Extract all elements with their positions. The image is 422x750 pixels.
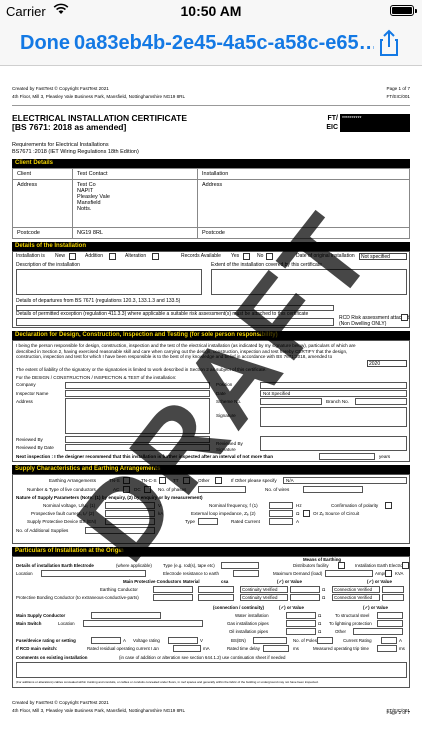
document-title: 0a83eb4b-2e45-4a5c-a58c-e65… bbox=[74, 32, 374, 54]
comments-field[interactable] bbox=[16, 662, 407, 678]
ft-label: FT/ bbox=[327, 115, 339, 122]
postcode-value: NG19 8RL bbox=[72, 227, 198, 239]
company-address-footer: 4th Floor, Mill 3, Pleasley Vale Busines… bbox=[12, 708, 186, 713]
gas-field[interactable] bbox=[286, 620, 316, 627]
max-demand-field[interactable] bbox=[325, 570, 373, 577]
amps-checkbox[interactable] bbox=[385, 570, 392, 577]
alteration-checkbox[interactable] bbox=[152, 253, 159, 260]
earthing-connection-field[interactable]: Connection Verified bbox=[332, 586, 380, 593]
installation-label: Installation bbox=[197, 168, 410, 180]
amended-field[interactable]: 2020 bbox=[367, 360, 407, 367]
document-viewer[interactable]: Created by FastTest © Copyright FastTest… bbox=[0, 66, 422, 750]
installation-earth-checkbox[interactable] bbox=[402, 562, 409, 569]
reviewed-signature-field[interactable] bbox=[260, 436, 407, 451]
page-number-2: Page 2 of 7 bbox=[386, 710, 411, 715]
bonding-material-field[interactable] bbox=[153, 594, 193, 601]
external-loop-field[interactable] bbox=[269, 510, 293, 517]
bonding-csa-field[interactable] bbox=[198, 594, 234, 601]
navigation-bar: Done 0a83eb4b-2e45-4a5c-a58c-e65… bbox=[0, 22, 422, 66]
postcode-label: Postcode bbox=[12, 227, 73, 239]
oil-field[interactable] bbox=[286, 628, 316, 635]
created-by-footer: Created by FastTest © Copyright FastTest… bbox=[12, 700, 109, 705]
current-rating-field[interactable] bbox=[381, 637, 397, 644]
bonding-connection-value[interactable] bbox=[382, 594, 404, 601]
bonding-continuity-field[interactable]: Continuity Verified bbox=[240, 594, 288, 601]
water-field[interactable] bbox=[286, 612, 316, 619]
electrode-type-field[interactable] bbox=[221, 562, 259, 569]
certificate-page: Created by FastTest © Copyright FastTest… bbox=[12, 86, 410, 716]
distributors-checkbox[interactable] bbox=[338, 562, 345, 569]
company-address: 4th Floor, Mill 3, Pleasley Vale Busines… bbox=[12, 94, 186, 99]
earthing-csa-field[interactable] bbox=[198, 586, 234, 593]
client-value: Test Contact bbox=[72, 168, 198, 180]
rcd-risk-checkbox[interactable] bbox=[401, 314, 408, 321]
trip-time-field[interactable] bbox=[377, 645, 397, 652]
residual-current-field[interactable] bbox=[173, 645, 201, 652]
electrode-location-field[interactable] bbox=[41, 570, 146, 577]
bonding-continuity-value[interactable] bbox=[290, 594, 320, 601]
if-other-field[interactable]: N/A bbox=[283, 477, 407, 484]
requirements-line-1: Requirements for Electrical Installation… bbox=[12, 142, 109, 148]
description-field[interactable] bbox=[16, 269, 202, 295]
status-bar: Carrier 10:50 AM bbox=[0, 0, 422, 22]
poles-field[interactable] bbox=[317, 637, 333, 644]
rated-current-field[interactable] bbox=[269, 518, 293, 525]
eic-label: EIC bbox=[326, 124, 338, 131]
next-inspection-field[interactable] bbox=[319, 453, 375, 460]
earthing-material-field[interactable] bbox=[153, 586, 193, 593]
address-value: Test Co NAPIT Pleasley Vale Mansfield No… bbox=[72, 179, 198, 228]
bonding-connection-field[interactable]: Connection Verified bbox=[332, 594, 380, 601]
created-by: Created by FastTest © Copyright FastTest… bbox=[12, 86, 109, 91]
client-label: Client bbox=[12, 168, 73, 180]
page-number: Page 1 of 7 bbox=[386, 86, 411, 91]
clock: 10:50 AM bbox=[180, 3, 242, 19]
particulars-box: Means of Earthing Details of installatio… bbox=[12, 556, 410, 688]
earthing-continuity-field[interactable]: Continuity Verified bbox=[240, 586, 288, 593]
polarity-checkbox[interactable] bbox=[385, 502, 392, 509]
bs-en-field[interactable] bbox=[253, 637, 287, 644]
electrode-resistance-field[interactable] bbox=[233, 570, 259, 577]
share-icon[interactable] bbox=[374, 28, 404, 58]
battery-icon bbox=[390, 5, 417, 16]
structural-field[interactable] bbox=[377, 612, 403, 619]
certificate-number: ********** bbox=[340, 114, 410, 132]
requirements-line-2: BS7671 :2018 (IET Wiring Regulations 18t… bbox=[12, 149, 139, 155]
earthing-connection-value[interactable] bbox=[382, 586, 404, 593]
ze-source-checkbox[interactable] bbox=[303, 510, 310, 517]
main-supply-field[interactable] bbox=[91, 612, 161, 619]
section-client-details: Client Details bbox=[12, 159, 410, 168]
time-delay-field[interactable] bbox=[263, 645, 289, 652]
branch-field[interactable] bbox=[355, 398, 407, 405]
earthing-continuity-value[interactable] bbox=[290, 586, 320, 593]
section-particulars: Particulars of Installation at the Origi… bbox=[12, 547, 410, 556]
frequency-field[interactable] bbox=[269, 502, 293, 509]
main-switch-location-field[interactable] bbox=[83, 620, 203, 627]
wires-field[interactable] bbox=[303, 486, 363, 493]
new-checkbox[interactable] bbox=[69, 253, 76, 260]
fuse-rating-field[interactable] bbox=[91, 637, 121, 644]
address-label: Address bbox=[12, 179, 73, 228]
other-bonding-field[interactable] bbox=[353, 628, 403, 635]
form-ref: FT/EIC/001 bbox=[386, 94, 411, 99]
voltage-rating-field[interactable] bbox=[168, 637, 198, 644]
done-button[interactable]: Done bbox=[20, 32, 70, 55]
addition-checkbox[interactable] bbox=[109, 253, 116, 260]
lightning-field[interactable] bbox=[377, 620, 403, 627]
